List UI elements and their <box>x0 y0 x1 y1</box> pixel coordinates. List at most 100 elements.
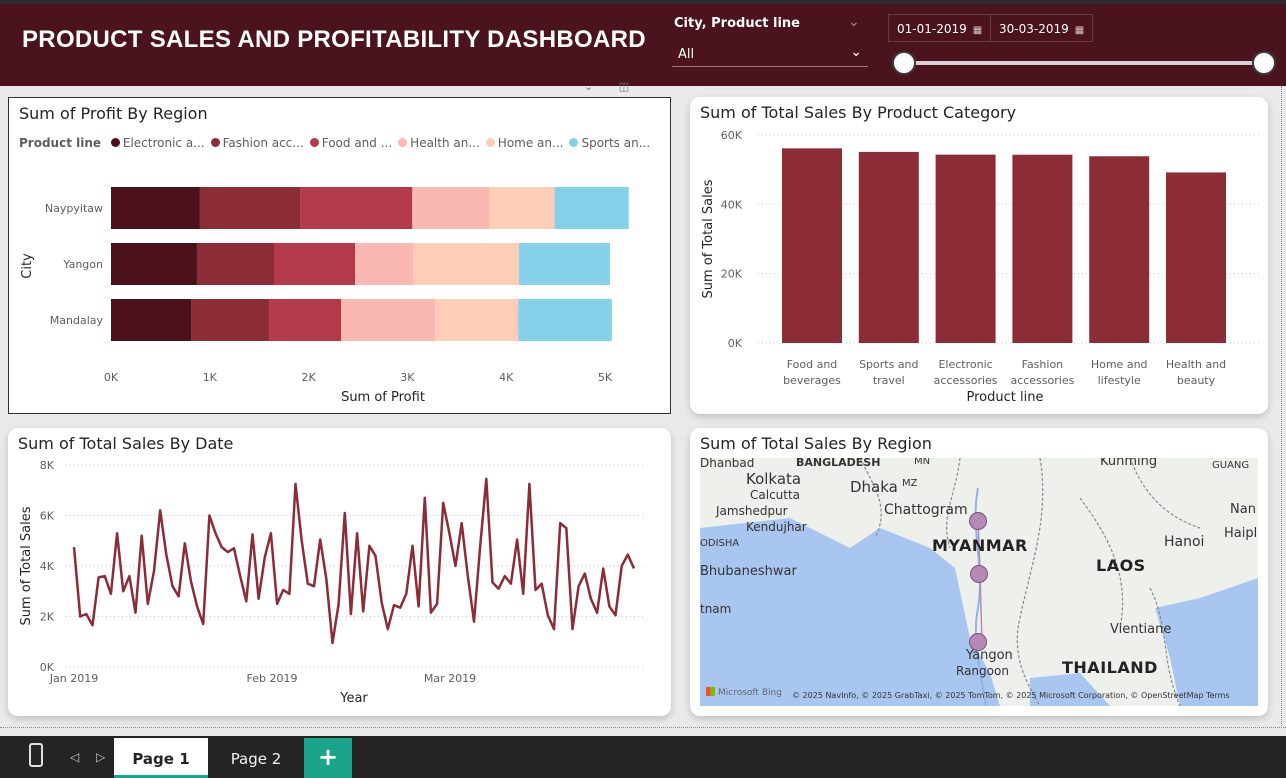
x-axis-title: Product line <box>967 390 1044 405</box>
map-label: MZ <box>902 478 918 489</box>
filter-icon[interactable]: ⌄ <box>584 80 593 93</box>
profit-by-region-card[interactable]: Sum of Profit By Region Product line Ele… <box>8 97 671 414</box>
visual-header-icons[interactable]: ⌄ ◫ <box>584 80 629 93</box>
calendar-icon[interactable]: ▦ <box>1075 25 1084 36</box>
x-axis-title: Sum of Profit <box>341 390 425 405</box>
x-tick-label: 2K <box>301 371 316 384</box>
calendar-icon[interactable]: ▦ <box>973 25 982 36</box>
map-copyright[interactable]: © 2025 NavInfo, © 2025 GrabTaxi, © 2025 … <box>792 691 1230 700</box>
x-tick-label: Home and <box>1091 358 1148 371</box>
date-range-start-handle[interactable] <box>892 51 916 75</box>
category-bar <box>1012 154 1073 343</box>
map-label: tnam <box>700 602 732 616</box>
y-tick-label: 0K <box>728 337 743 350</box>
sales-by-region-card[interactable]: Sum of Total Sales By Region BANGLADESH … <box>690 428 1268 716</box>
map-label: Kendujhar <box>746 520 807 534</box>
microsoft-bing-logo: Microsoft Bing <box>706 687 782 698</box>
sales-by-date-card[interactable]: Sum of Total Sales By Date 0K 2K 4K 6K 8K Jan… <box>8 428 671 716</box>
y-tick-label: 60K <box>721 129 743 142</box>
map-label: Dhaka <box>850 478 898 496</box>
stacked-bar-segment <box>196 243 275 285</box>
y-tick-label: 4K <box>40 560 55 573</box>
category-bar <box>1166 172 1226 343</box>
stacked-bar-segment <box>435 299 519 341</box>
city-bubble-naypyitaw[interactable] <box>970 565 988 583</box>
start-date-input[interactable]: 01-01-2019 ▦ <box>888 14 992 42</box>
end-date-value: 30-03-2019 <box>999 22 1069 36</box>
stacked-bar-segment <box>111 243 197 285</box>
map-label: Vientiane <box>1110 622 1172 637</box>
previous-page-icon[interactable]: ◁ <box>70 750 79 764</box>
city-bubble-mandalay[interactable] <box>969 512 987 530</box>
mobile-layout-icon[interactable] <box>29 743 43 767</box>
x-tick-label: lifestyle <box>1098 374 1141 387</box>
tab-page-2[interactable]: Page 2 <box>208 738 304 778</box>
stacked-bar-segment <box>413 243 520 285</box>
category-bar <box>1089 156 1150 343</box>
y-tick-label: Yangon <box>62 258 103 271</box>
end-date-input[interactable]: 30-03-2019 ▦ <box>990 14 1094 42</box>
slicer-title: City, Product line <box>674 16 801 31</box>
map-label: ODISHA <box>700 538 740 549</box>
stacked-bar-segment <box>199 187 301 229</box>
chart-title: Sum of Total Sales By Region <box>700 434 932 453</box>
map-label: Yangon <box>966 648 1013 663</box>
date-chart-svg: 0K2K4K6K8KJan 2019 Feb 2019 Mar 2019YearSu… <box>19 459 644 706</box>
chevron-down-icon[interactable]: ⌄ <box>848 14 860 30</box>
x-tick-label: 0K <box>104 371 119 384</box>
dashboard-header: PRODUCT SALES AND PROFITABILITY DASHBOAR… <box>0 4 1286 86</box>
map-label: Nan <box>1230 502 1256 517</box>
bing-label: Microsoft Bing <box>718 688 782 698</box>
y-tick-label: 2K <box>40 611 55 624</box>
slicer-selected-value: All <box>678 47 695 62</box>
canvas-boundary-right <box>1281 86 1282 728</box>
stacked-bar-segment <box>191 299 270 341</box>
stacked-bar-segment <box>355 243 414 285</box>
x-tick-label: 4K <box>499 371 514 384</box>
map-label: Jamshedpur <box>716 504 788 518</box>
category-chart-svg: 0K 20K 40K 60K Food and beverages Sports and tr… <box>701 129 1260 405</box>
map-label: Haipl <box>1224 526 1258 541</box>
stacked-bar-segment <box>341 299 436 341</box>
map-label: MYANMAR <box>932 536 1028 555</box>
city-bubble-yangon[interactable] <box>969 633 987 651</box>
x-tick-label: Mar 2019 <box>424 672 476 685</box>
x-tick-label: Feb 2019 <box>247 672 298 685</box>
y-tick-label: Mandalay <box>50 314 104 327</box>
y-tick-label: 6K <box>40 510 55 523</box>
stacked-bar-segment <box>489 187 555 229</box>
tab-page-1[interactable]: Page 1 <box>114 738 208 778</box>
stacked-bar-segment <box>111 187 200 229</box>
stacked-bar-segment <box>412 187 490 229</box>
map-label: LAOS <box>1096 556 1146 575</box>
region-map[interactable]: BANGLADESH Dhaka Kolkata Calcutta Jamshe… <box>700 458 1258 706</box>
category-bar <box>858 151 919 343</box>
date-range-slider-track[interactable] <box>904 61 1264 65</box>
category-bar <box>935 154 996 343</box>
add-page-button[interactable]: + <box>304 738 352 778</box>
gulf-of-martaban <box>1030 673 1110 706</box>
x-tick-label: beauty <box>1177 374 1216 387</box>
start-date-value: 01-01-2019 <box>897 22 967 36</box>
y-axis-title: Sum of Total Sales <box>19 506 34 625</box>
date-range-end-handle[interactable] <box>1252 51 1276 75</box>
y-axis-title: Sum of Total Sales <box>701 179 716 298</box>
y-tick-label: 40K <box>721 198 743 211</box>
x-tick-label: Jan 2019 <box>49 672 98 685</box>
dashboard-title: PRODUCT SALES AND PROFITABILITY DASHBOAR… <box>22 26 646 53</box>
microsoft-logo-icon <box>706 687 715 696</box>
x-tick-label: Fashion <box>1022 358 1064 371</box>
map-label: MN <box>914 458 931 467</box>
x-tick-label: Food and <box>787 358 838 371</box>
category-bar <box>782 148 842 343</box>
sales-by-category-card[interactable]: Sum of Total Sales By Product Category 0… <box>690 97 1268 414</box>
next-page-icon[interactable]: ▷ <box>96 750 105 764</box>
x-tick-label: 1K <box>203 371 218 384</box>
y-axis-title: City <box>20 253 35 279</box>
city-product-slicer-dropdown[interactable]: All ⌄ <box>672 39 868 67</box>
map-label: Kolkata <box>746 470 802 488</box>
map-label: Dhanbad <box>700 458 755 470</box>
map-label: THAILAND <box>1062 658 1158 677</box>
x-tick-label: accessories <box>934 374 998 387</box>
focus-mode-icon[interactable]: ◫ <box>619 80 629 93</box>
